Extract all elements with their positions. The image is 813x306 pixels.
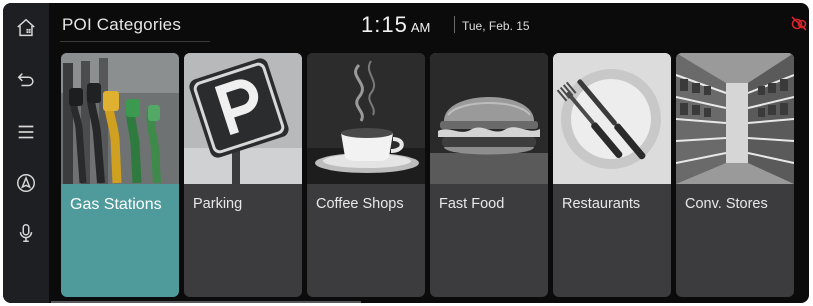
microphone-icon [19,224,33,242]
category-restaurants[interactable]: Restaurants [553,53,671,297]
back-button[interactable] [11,65,41,95]
connectivity-off-icon [791,16,807,31]
title-underline [60,41,210,42]
sidebar [3,3,49,303]
category-label: Restaurants [562,196,641,212]
burger-photo [430,53,548,184]
category-label: Fast Food [439,196,505,212]
back-icon [17,73,34,87]
clock: 1:15 AM [361,12,430,38]
navigation-button[interactable] [11,168,41,198]
screen: POI Categories 1:15 AM Tue, Feb. 15 Gas … [3,3,809,303]
home-icon [17,18,35,37]
menu-button[interactable] [11,117,41,147]
category-label: Coffee Shops [316,196,404,212]
category-fast-food[interactable]: Fast Food [430,53,548,297]
date: Tue, Feb. 15 [462,19,530,33]
parking-sign-photo [184,53,302,184]
category-label: Parking [193,196,243,212]
clock-ampm: AM [410,20,431,35]
category-label: Gas Stations [70,196,162,213]
navigation-icon [17,174,35,192]
category-parking[interactable]: Parking [184,53,302,297]
page-title: POI Categories [62,15,182,34]
category-coffee-shops[interactable]: Coffee Shops [307,53,425,297]
header-divider [454,16,455,33]
horizontal-scrollbar[interactable] [51,301,361,303]
plate-cutlery-photo [553,53,671,184]
coffee-cup-photo [307,53,425,184]
category-conv-stores[interactable]: Conv. Stores [676,53,794,297]
home-button[interactable] [11,13,41,43]
gas-pump-photo [61,53,179,184]
store-shelves-photo [676,53,794,184]
voice-button[interactable] [11,218,41,248]
category-label: Conv. Stores [685,196,768,212]
menu-icon [18,125,34,139]
category-gas-stations[interactable]: Gas Stations [61,53,179,297]
clock-time: 1:15 [361,12,408,37]
